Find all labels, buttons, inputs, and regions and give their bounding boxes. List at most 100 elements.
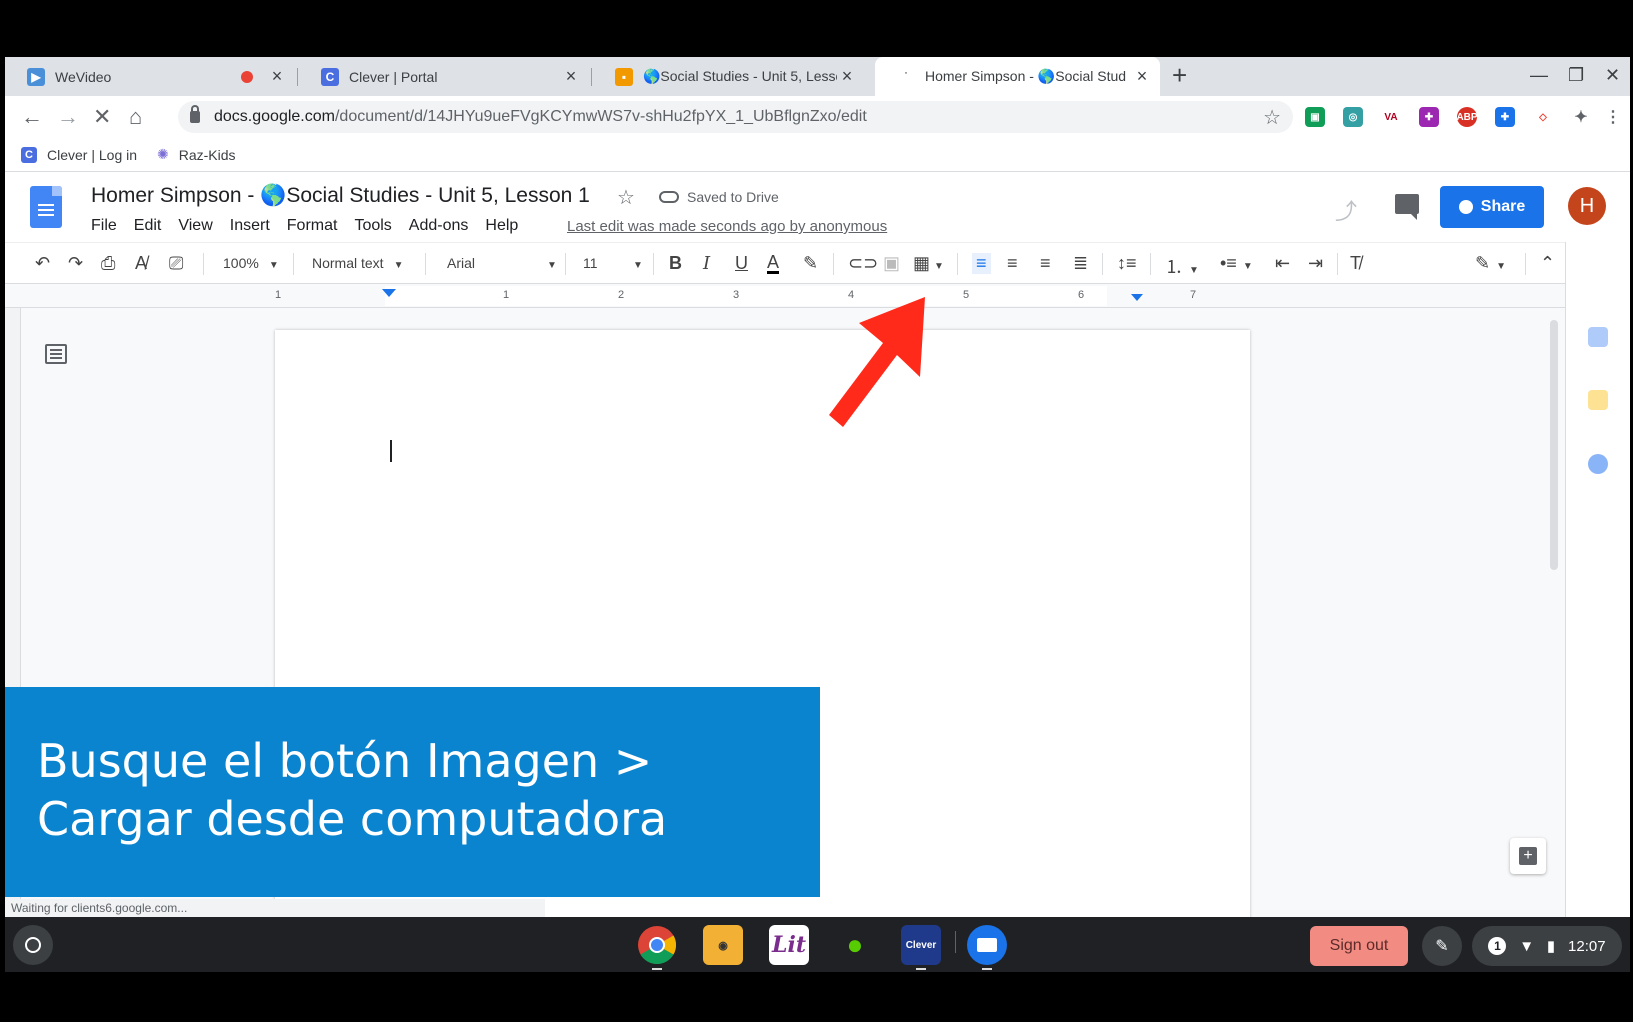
classroom-extension-icon[interactable]: ▣	[1305, 107, 1325, 127]
puzzle-purple-extension-icon[interactable]: ✚	[1419, 107, 1439, 127]
stylus-tools-icon[interactable]: ✎	[1422, 926, 1462, 966]
highlight-color-icon[interactable]: ✎	[803, 253, 818, 274]
menu-add-ons[interactable]: Add-ons	[409, 217, 469, 235]
chrome-app-icon[interactable]	[637, 925, 677, 965]
tab-close-button[interactable]: ×	[267, 66, 287, 87]
keep-icon[interactable]	[1588, 390, 1608, 410]
spellcheck-icon[interactable]: A̸	[135, 253, 147, 274]
account-avatar[interactable]: H	[1568, 187, 1606, 225]
restore-icon[interactable]: ❐	[1568, 65, 1584, 86]
home-icon[interactable]: ⌂	[129, 104, 142, 130]
menu-tools[interactable]: Tools	[354, 217, 391, 235]
left-indent-marker-icon[interactable]	[382, 289, 396, 297]
align-right-icon[interactable]: ≡	[1040, 253, 1051, 274]
google-docs-logo-icon[interactable]	[30, 186, 62, 228]
launcher-button[interactable]	[13, 925, 53, 965]
insert-link-icon[interactable]: ⊂⊃	[848, 253, 878, 274]
activity-dashboard-icon[interactable]: ⤴	[1335, 194, 1357, 226]
extensions-puzzle-icon[interactable]: ✦	[1571, 107, 1591, 127]
zoom-select[interactable]: 100% ▼	[223, 255, 279, 271]
tab-close-button[interactable]: ×	[837, 66, 857, 87]
close-window-icon[interactable]: ✕	[1605, 65, 1620, 86]
bulleted-list-icon[interactable]: •≡ ▼	[1220, 253, 1253, 274]
files-app-icon[interactable]	[967, 925, 1007, 965]
font-size-select[interactable]: 11 ▼	[583, 255, 643, 271]
clever-app-icon[interactable]: Clever	[901, 925, 941, 965]
collapse-menus-chevron-up-icon[interactable]: ⌃	[1540, 253, 1555, 274]
horizontal-ruler[interactable]: 1 1 2 3 4 5 6 7	[5, 284, 1565, 308]
add-icon: +	[1519, 847, 1537, 865]
adblock-extension-icon[interactable]: ABP	[1456, 107, 1478, 127]
align-center-icon[interactable]: ≡	[1007, 253, 1018, 274]
menu-file[interactable]: File	[91, 217, 117, 235]
lit-app-icon[interactable]: Lit	[769, 925, 809, 965]
stop-loading-icon[interactable]: ✕	[93, 104, 111, 130]
tab-wevideo[interactable]: ▶ WeVideo ×	[5, 57, 295, 96]
add-comment-icon[interactable]: ▣	[883, 253, 900, 274]
tab-homer-simpson-doc[interactable]: ˙ Homer Simpson - 🌎Social Stud ×	[875, 57, 1160, 96]
bookmark-clever-login[interactable]: C Clever | Log in	[21, 146, 137, 163]
forward-arrow-icon[interactable]: →	[57, 104, 79, 130]
tab-clever-portal[interactable]: C Clever | Portal ×	[299, 57, 589, 96]
bookmark-star-icon[interactable]: ☆	[1263, 105, 1281, 130]
editing-mode-pencil-icon[interactable]: ✎ ▼	[1475, 253, 1506, 274]
last-edit-link[interactable]: Last edit was made seconds ago by anonym…	[567, 218, 887, 235]
text-color-icon[interactable]: A	[767, 253, 780, 274]
menu-help[interactable]: Help	[485, 217, 518, 235]
share-button[interactable]: Share	[1440, 186, 1544, 228]
undo-icon[interactable]: ↶	[35, 253, 50, 274]
clear-formatting-icon[interactable]: T̸	[1350, 253, 1361, 274]
saved-status-label: Saved to Drive	[687, 189, 779, 205]
justify-icon[interactable]: ≣	[1073, 253, 1088, 274]
owl-reader-app-icon[interactable]: ◉	[703, 925, 743, 965]
menu-insert[interactable]: Insert	[230, 217, 270, 235]
va-extension-icon[interactable]: VA	[1381, 107, 1401, 127]
paragraph-style-select[interactable]: Normal text ▼	[312, 255, 403, 271]
system-tray[interactable]: 1 ▼ ▮ 12:07	[1472, 926, 1622, 966]
ruler-number: 2	[618, 289, 625, 301]
italic-icon[interactable]: I	[703, 253, 710, 274]
instruction-caption: Busque el botón Imagen > Cargar desde co…	[37, 734, 668, 846]
loading-spinner-icon: ˙	[904, 69, 908, 84]
address-bar[interactable]: docs.google.com/document/d/14JHYu9ueFVgK…	[178, 101, 1293, 133]
star-document-icon[interactable]: ☆	[617, 185, 635, 210]
explore-button[interactable]: +	[1510, 838, 1546, 874]
decrease-indent-icon[interactable]: ⇤	[1275, 253, 1290, 274]
paint-format-icon[interactable]: ⎚	[169, 253, 183, 274]
menu-view[interactable]: View	[178, 217, 212, 235]
tab-close-button[interactable]: ×	[1132, 66, 1152, 87]
print-icon[interactable]: ⎙	[101, 253, 115, 274]
bookmark-raz-kids[interactable]: ✺ Raz-Kids	[157, 146, 236, 163]
new-tab-button[interactable]: +	[1172, 60, 1187, 91]
menu-edit[interactable]: Edit	[134, 217, 162, 235]
saved-status[interactable]: Saved to Drive	[659, 189, 779, 205]
align-left-icon[interactable]: ≡	[972, 253, 991, 274]
numbered-list-icon[interactable]: ⒈ ▼	[1165, 253, 1199, 279]
right-indent-marker-icon[interactable]	[1131, 294, 1143, 301]
comment-history-icon[interactable]	[1395, 194, 1419, 220]
screencast-extension-icon[interactable]: ◇	[1533, 107, 1553, 127]
redo-icon[interactable]: ↷	[68, 253, 83, 274]
line-spacing-icon[interactable]: ↕≡	[1117, 253, 1137, 274]
clever-favicon-icon: C	[21, 146, 37, 163]
browser-menu-icon[interactable]: ⋮	[1603, 107, 1623, 127]
minimize-icon[interactable]: —	[1530, 65, 1548, 86]
tab-close-button[interactable]: ×	[561, 66, 581, 87]
document-outline-icon[interactable]	[45, 344, 67, 364]
underline-icon[interactable]: U	[735, 253, 748, 274]
globe-extension-icon[interactable]: ◎	[1343, 107, 1363, 127]
document-title[interactable]: Homer Simpson - 🌎Social Studies - Unit 5…	[91, 184, 590, 208]
tab-social-studies-slides[interactable]: ▪ 🌎Social Studies - Unit 5, Lesson ×	[593, 57, 865, 96]
insert-image-icon[interactable]: ▦ ▼	[913, 253, 944, 274]
menu-format[interactable]: Format	[287, 217, 338, 235]
calendar-icon[interactable]	[1588, 327, 1608, 347]
increase-indent-icon[interactable]: ⇥	[1308, 253, 1323, 274]
vertical-scrollbar[interactable]	[1550, 320, 1558, 570]
duolingo-app-icon[interactable]: ●	[835, 925, 875, 965]
font-select[interactable]: Arial ▼	[447, 255, 557, 271]
sign-out-button[interactable]: Sign out	[1310, 926, 1408, 966]
back-arrow-icon[interactable]: ←	[21, 104, 43, 130]
bold-icon[interactable]: B	[669, 253, 682, 274]
tasks-icon[interactable]	[1588, 454, 1608, 474]
puzzle-blue-extension-icon[interactable]: ✚	[1495, 107, 1515, 127]
